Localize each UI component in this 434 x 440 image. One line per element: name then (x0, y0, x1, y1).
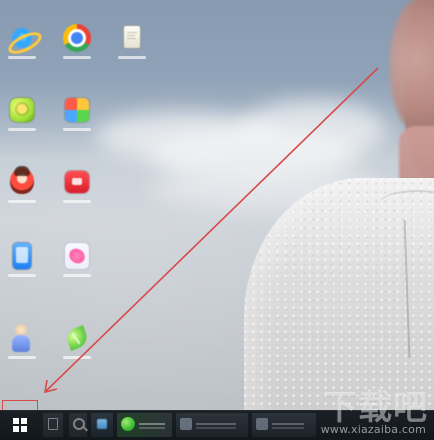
desktop-shortcut[interactable] (4, 240, 42, 284)
person-icon (6, 322, 38, 354)
taskbar-window-button[interactable] (117, 413, 172, 437)
search-button[interactable] (69, 413, 87, 437)
wallpaper-person (240, 0, 434, 410)
doc-icon (116, 22, 148, 54)
pink-icon (61, 240, 93, 272)
desktop-shortcut[interactable] (59, 22, 97, 66)
desktop-shortcut-label (118, 56, 146, 59)
pointer-arrow-head (44, 379, 58, 394)
desktop-shortcut-label (63, 200, 91, 203)
desktop-shortcut[interactable] (4, 166, 42, 210)
taskbar (0, 410, 434, 440)
windows-icon (13, 418, 27, 432)
desktop-shortcut[interactable] (114, 22, 152, 66)
desktop-shortcut-label (63, 356, 91, 359)
desktop-shortcut[interactable] (59, 94, 97, 138)
desktop-shortcut-label (63, 56, 91, 59)
desktop-shortcut[interactable] (4, 322, 42, 366)
desktop-shortcut[interactable] (59, 166, 97, 210)
taskbar-window-button[interactable] (252, 413, 316, 437)
desktop-shortcut[interactable] (59, 322, 97, 366)
desktop: 下载吧 www.xiazaiba.com (0, 0, 434, 440)
ie-icon (6, 22, 38, 54)
desktop-shortcut-label (8, 128, 36, 131)
phone-icon (6, 240, 38, 272)
desktop-shortcut[interactable] (59, 240, 97, 284)
desktop-shortcut[interactable] (4, 22, 42, 66)
start-button[interactable] (2, 410, 38, 440)
tiles-icon (61, 94, 93, 126)
chrome-icon (61, 22, 93, 54)
desktop-shortcut-label (8, 56, 36, 59)
desktop-shortcut-label (63, 128, 91, 131)
wallpaper-face (390, 0, 434, 136)
leaf-icon (61, 322, 93, 354)
green-icon (6, 94, 38, 126)
desktop-shortcut-label (8, 200, 36, 203)
taskbar-window-button[interactable] (176, 413, 248, 437)
wallpaper-collar (380, 190, 434, 216)
task-view-icon (48, 418, 58, 430)
avatar-icon (6, 166, 38, 198)
desktop-shortcut-label (8, 356, 36, 359)
red-box-icon (61, 166, 93, 198)
desktop-shortcut[interactable] (4, 94, 42, 138)
taskbar-app-button[interactable] (91, 413, 113, 437)
desktop-shortcut-label (63, 274, 91, 277)
desktop-shortcut-label (8, 274, 36, 277)
task-view-button[interactable] (43, 413, 63, 437)
search-icon (73, 418, 85, 430)
